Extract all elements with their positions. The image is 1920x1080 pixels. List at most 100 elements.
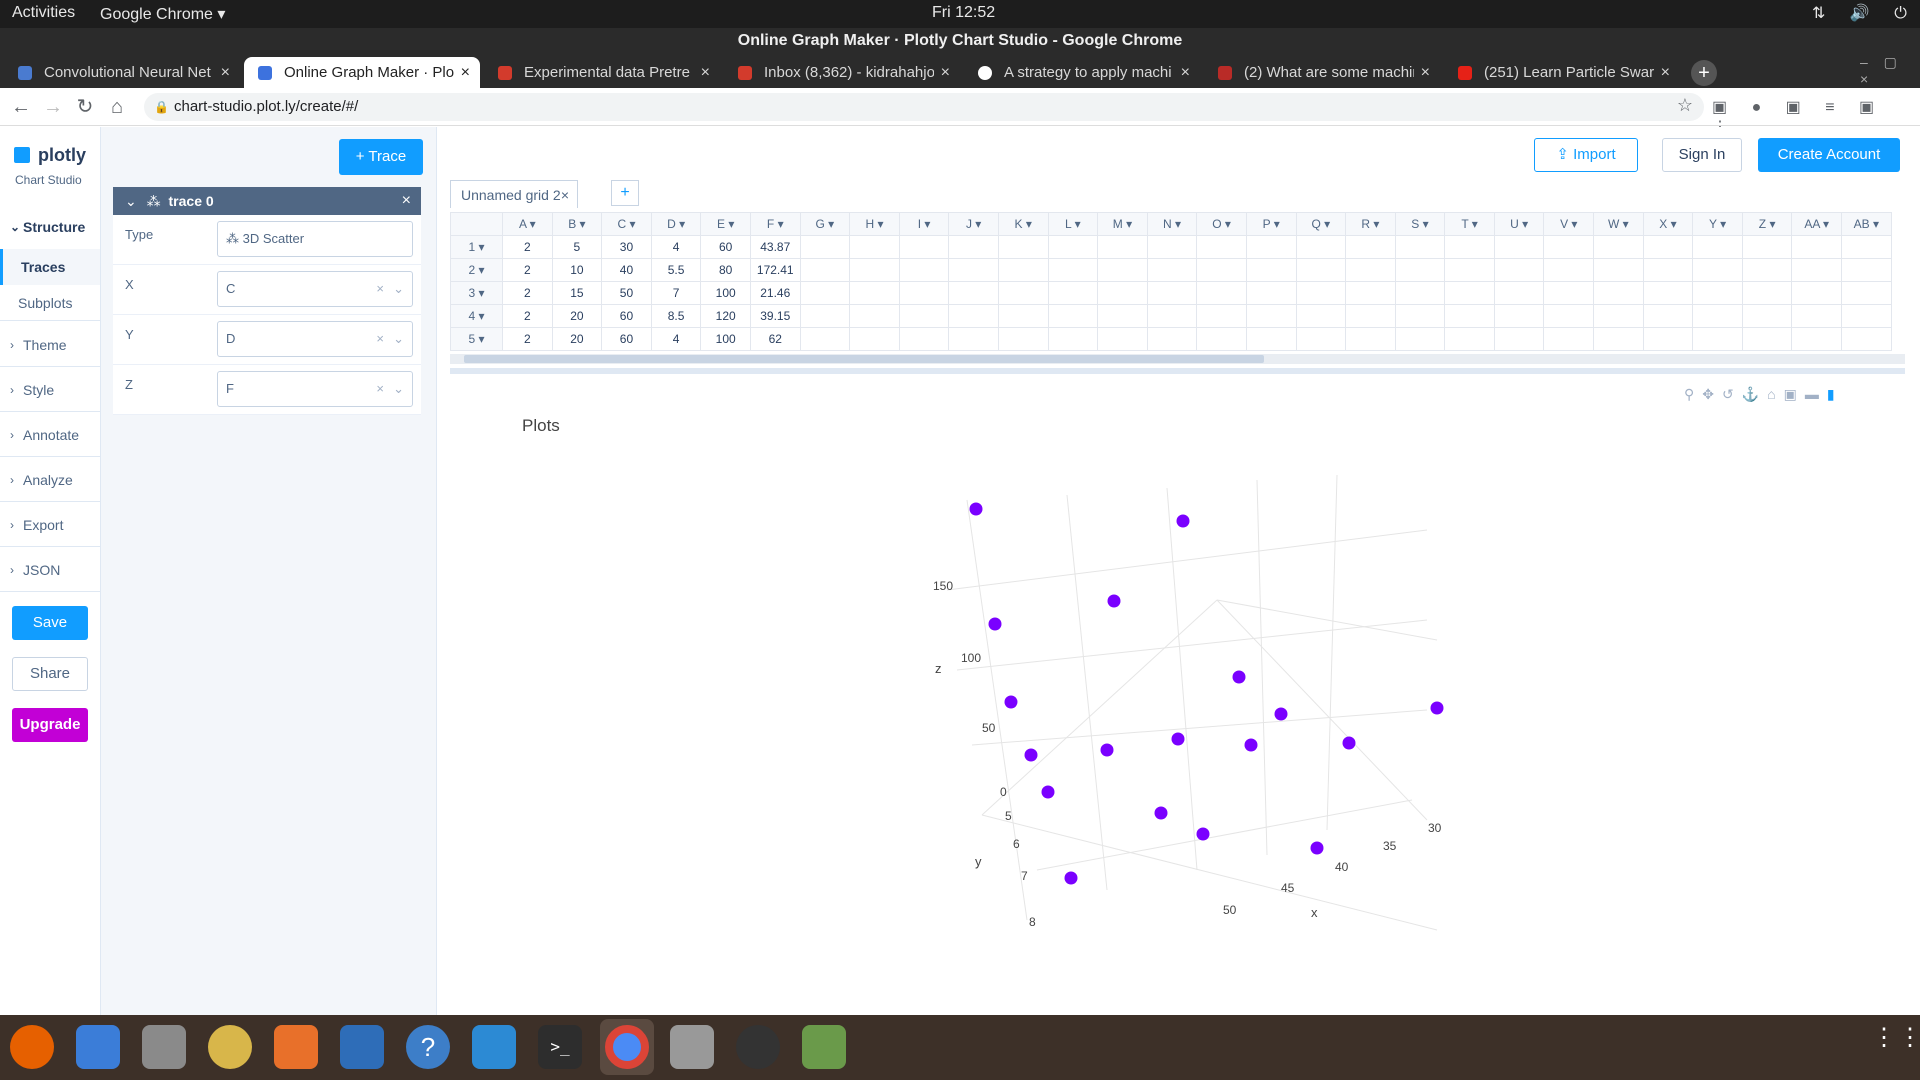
grid-tab[interactable]: Unnamed grid 2 × [450,180,578,208]
column-header[interactable]: U ▾ [1493,212,1545,236]
grid-cell[interactable]: 5 [551,235,603,259]
clear-icon[interactable]: × [376,272,384,306]
grid-cell[interactable] [997,235,1049,259]
grid-cell[interactable] [1741,281,1793,305]
close-icon[interactable]: × [1181,57,1190,88]
grid-cell[interactable] [1841,235,1892,259]
scatter-point[interactable] [1107,594,1121,608]
grid-cell[interactable]: 80 [700,258,751,282]
type-selector[interactable]: ⁂ 3D Scatter [217,221,413,257]
grid-cell[interactable] [1791,281,1843,305]
grid-cell[interactable]: 50 [601,281,652,305]
grid-cell[interactable] [898,304,950,328]
vscode-icon[interactable] [472,1025,516,1069]
close-icon[interactable]: × [701,57,710,88]
grid-cell[interactable] [1345,281,1396,305]
reload-icon[interactable]: ↻ [72,94,98,120]
grid-cell[interactable]: 62 [749,327,801,351]
grid-cell[interactable] [1791,235,1843,259]
clear-icon[interactable]: × [376,322,384,356]
column-header[interactable]: X ▾ [1642,212,1694,236]
nav-json[interactable]: › JSON [0,548,100,592]
scatter-point[interactable] [1430,701,1444,715]
grid-cell[interactable] [1444,281,1495,305]
column-header[interactable]: Q ▾ [1295,212,1347,236]
column-header[interactable]: S ▾ [1394,212,1446,236]
grid-cell[interactable]: 2 [502,304,553,328]
help-icon[interactable]: ? [406,1025,450,1069]
bookmark-star-icon[interactable]: ☆ [1672,92,1698,118]
grid-cell[interactable]: 7 [650,281,702,305]
grid-cell[interactable] [1295,235,1347,259]
mail-icon[interactable] [76,1025,120,1069]
add-grid-button[interactable]: + [611,180,639,206]
grid-cell[interactable] [1295,281,1347,305]
tab-quora[interactable]: (2) What are some machin × [1204,57,1440,88]
url-field[interactable]: 🔒 chart-studio.plot.ly/create/#/ [144,93,1704,121]
grid-cell[interactable] [948,281,999,305]
grid-cell[interactable] [1741,327,1793,351]
grid-cell[interactable] [1196,281,1247,305]
grid-cell[interactable] [1146,304,1198,328]
close-icon[interactable]: × [1661,57,1670,88]
row-number-cell[interactable]: 5 ▾ [450,327,503,351]
nav-style[interactable]: › Style [0,368,100,412]
grid-cell[interactable] [1493,304,1545,328]
window-controls[interactable]: – ▢ × [1860,54,1920,87]
updater-icon[interactable] [736,1025,780,1069]
close-icon[interactable]: × [402,187,411,215]
chevron-down-icon[interactable]: ⌄ [393,272,404,306]
grid-cell[interactable] [1493,235,1545,259]
grid-cell[interactable] [1146,327,1198,351]
scatter3d-plot[interactable]: 150 100 50 0 5 6 7 8 30 35 40 45 50 z y … [437,400,1920,1010]
grid-cell[interactable] [1444,235,1495,259]
grid-cell[interactable] [1047,304,1099,328]
grid-cell[interactable] [1593,281,1644,305]
column-header[interactable]: G ▾ [799,212,851,236]
grid-cell[interactable]: 60 [700,235,751,259]
grid-cell[interactable] [1245,281,1297,305]
row-number-cell[interactable]: 2 ▾ [450,258,503,282]
column-header[interactable]: Z ▾ [1741,212,1793,236]
grid-cell[interactable] [1196,327,1247,351]
column-header[interactable]: C ▾ [601,212,652,236]
grid-cell[interactable] [1146,258,1198,282]
nav-export[interactable]: › Export [0,503,100,547]
grid-cell[interactable] [799,281,851,305]
grid-cell[interactable]: 20 [551,304,603,328]
column-header[interactable]: E ▾ [700,212,751,236]
column-header[interactable]: I ▾ [898,212,950,236]
grid-cell[interactable]: 21.46 [749,281,801,305]
grid-cell[interactable] [1593,304,1644,328]
create-account-button[interactable]: Create Account [1758,138,1900,172]
grid-cell[interactable] [1841,327,1892,351]
grid-cell[interactable] [1295,304,1347,328]
grid-cell[interactable]: 60 [601,327,652,351]
grid-cell[interactable] [1295,258,1347,282]
grid-cell[interactable]: 43.87 [749,235,801,259]
grid-cell[interactable] [1245,258,1297,282]
scatter-point[interactable] [1004,695,1018,709]
grid-corner-cell[interactable] [450,212,503,236]
app-grid-icon[interactable]: ⋮⋮⋮ [1872,1026,1920,1050]
column-header[interactable]: K ▾ [997,212,1049,236]
grid-cell[interactable] [948,304,999,328]
home-icon[interactable]: ⌂ [104,94,130,120]
grid-cell[interactable] [1394,327,1446,351]
scatter-point[interactable] [1171,732,1185,746]
scatter-point[interactable] [1342,736,1356,750]
grid-cell[interactable]: 40 [601,258,652,282]
upgrade-button[interactable]: Upgrade [12,708,88,742]
grid-cell[interactable] [1444,258,1495,282]
grid-cell[interactable]: 2 [502,281,553,305]
close-icon[interactable]: × [461,57,470,88]
grid-cell[interactable] [849,327,900,351]
column-header[interactable]: Y ▾ [1692,212,1743,236]
tab-online-graph-maker[interactable]: Online Graph Maker · Plot × [244,57,480,88]
grid-cell[interactable] [1791,258,1843,282]
grid-cell[interactable] [1196,235,1247,259]
grid-cell[interactable] [1493,327,1545,351]
activities-button[interactable]: Activities [12,4,75,22]
grid-cell[interactable] [1593,258,1644,282]
trace-header[interactable]: ⌄ ⁂ trace 0 × [113,187,421,215]
